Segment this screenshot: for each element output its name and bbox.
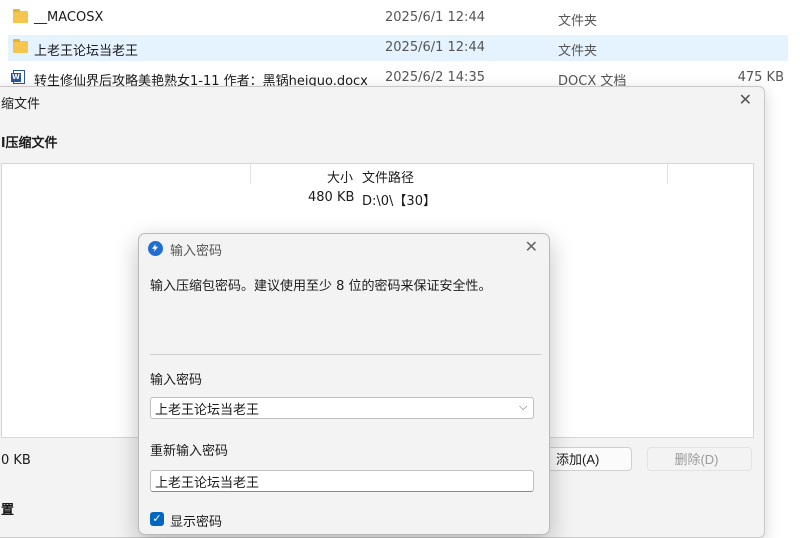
total-size: 0 KB	[1, 453, 31, 468]
password-dialog-title: 输入密码	[170, 244, 223, 259]
settings-heading: 置	[1, 503, 15, 518]
table-cell-size: 480 KB	[308, 190, 355, 205]
compress-dialog-title: 缩文件	[1, 97, 41, 112]
chevron-down-icon[interactable]: ⌵	[519, 400, 527, 414]
file-row-selected-folder[interactable]: 上老王论坛当老王 2025/6/1 12:44 文件夹	[8, 35, 788, 61]
file-size: 475 KB	[737, 70, 784, 85]
close-icon[interactable]: ✕	[525, 237, 538, 256]
divider	[150, 354, 542, 355]
file-name: 上老王论坛当老王	[34, 44, 139, 59]
file-list: __MACOSX 2025/6/1 12:44 文件夹 上老王论坛当老王 202…	[0, 0, 800, 92]
word-doc-icon	[11, 70, 25, 84]
password-description: 输入压缩包密码。建议使用至少 8 位的密码来保证安全性。	[150, 279, 492, 294]
file-date: 2025/6/1 12:44	[385, 40, 485, 55]
file-date: 2025/6/2 14:35	[385, 70, 485, 85]
confirm-password-input[interactable]	[150, 470, 534, 492]
confirm-password-label: 重新输入密码	[150, 444, 229, 459]
file-date: 2025/6/1 12:44	[385, 10, 485, 25]
column-separator[interactable]	[250, 164, 251, 184]
column-header-path[interactable]: 文件路径	[362, 167, 414, 186]
close-icon[interactable]: ✕	[739, 90, 752, 109]
compress-files-heading: l压缩文件	[1, 136, 58, 151]
file-name: __MACOSX	[34, 10, 104, 25]
app-logo-icon	[148, 241, 163, 256]
file-type: 文件夹	[558, 14, 598, 29]
add-button[interactable]: 添加(A)	[547, 447, 632, 471]
table-cell-path: D:\0\【30】	[362, 194, 436, 209]
file-row-macosx[interactable]: __MACOSX 2025/6/1 12:44 文件夹	[8, 5, 788, 31]
password-input[interactable]	[150, 397, 534, 419]
folder-icon	[13, 9, 28, 23]
folder-icon	[13, 39, 28, 53]
file-type: 文件夹	[558, 44, 598, 59]
delete-button[interactable]: 删除(D)	[647, 447, 752, 471]
column-header-size[interactable]: 大小	[327, 167, 353, 186]
show-password-label[interactable]: 显示密码	[170, 511, 222, 530]
password-label: 输入密码	[150, 373, 203, 388]
password-dialog: 输入密码 ✕ 输入压缩包密码。建议使用至少 8 位的密码来保证安全性。 输入密码…	[138, 233, 550, 535]
show-password-checkbox[interactable]: ✓	[150, 512, 164, 526]
column-separator[interactable]	[667, 164, 668, 184]
